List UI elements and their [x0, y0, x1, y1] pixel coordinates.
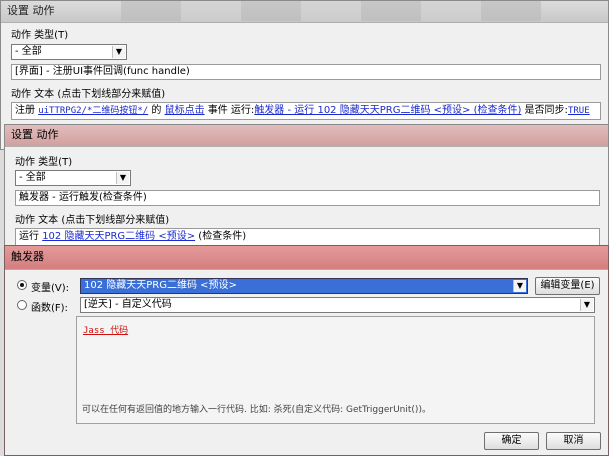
action-type-value: - 全部	[19, 172, 46, 183]
text-static: 事件 运行:	[204, 105, 255, 116]
ok-button[interactable]: 确定	[484, 432, 539, 450]
dialog-title: 设置 动作	[7, 4, 55, 17]
text-static: 的	[148, 105, 165, 116]
action-type-label: 动作 类型(T)	[11, 30, 69, 41]
action-text-label: 动作 文本 (点击下划线部分来赋值)	[11, 89, 166, 100]
dialog-titlebar: 触发器	[5, 246, 608, 270]
action-type-select[interactable]: - 全部 ▼	[15, 170, 131, 186]
dialog-title: 设置 动作	[11, 128, 59, 141]
jass-code-link[interactable]: Jass 代码	[83, 323, 128, 336]
cancel-button[interactable]: 取消	[546, 432, 601, 450]
action-selected-text: [界面] - 注册UI事件回调(func handle)	[15, 66, 190, 77]
dialog-titlebar: 设置 动作	[5, 125, 608, 147]
variable-label: 变量(V):	[31, 283, 70, 294]
chevron-down-icon[interactable]: ▼	[112, 46, 125, 58]
text-static: 是否同步:	[521, 105, 568, 116]
param-link-button-var[interactable]: uiTTRPG2/*二维码按钮*/	[38, 106, 148, 116]
function-select[interactable]: [逆天] - 自定义代码 ▼	[80, 297, 595, 313]
action-text-field: 注册 uiTTRPG2/*二维码按钮*/ 的 鼠标点击 事件 运行:触发器 - …	[11, 102, 601, 120]
hint-text: 可以在任何有返回值的地方输入一行代码. 比如: 杀死(自定义代码: GetTri…	[82, 405, 431, 415]
edit-variable-button[interactable]: 编辑变量(E)	[535, 277, 600, 295]
param-link-trigger[interactable]: 触发器 - 运行 102 隐藏天天PRG二维码 <预设> (检查条件)	[254, 105, 521, 116]
titlebar-decoration	[121, 1, 541, 21]
action-list-selected[interactable]: [界面] - 注册UI事件回调(func handle)	[11, 64, 601, 80]
action-type-label: 动作 类型(T)	[15, 157, 73, 168]
chevron-down-icon[interactable]: ▼	[116, 172, 129, 184]
action-type-select[interactable]: - 全部 ▼	[11, 44, 127, 60]
param-link-event[interactable]: 鼠标点击	[165, 105, 205, 116]
function-radio[interactable]	[17, 300, 27, 310]
text-static: (检查条件)	[195, 231, 247, 242]
dialog-title: 触发器	[11, 250, 44, 263]
text-static: 注册	[15, 105, 39, 116]
action-selected-text: 触发器 - 运行触发(检查条件)	[19, 192, 147, 203]
text-static: 运行	[19, 231, 43, 242]
function-label: 函数(F):	[31, 303, 68, 314]
action-text-field: 运行 102 隐藏天天PRG二维码 <预设> (检查条件)	[15, 228, 600, 246]
param-link-trigger[interactable]: 102 隐藏天天PRG二维码 <预设>	[42, 231, 195, 242]
dialog-titlebar: 设置 动作	[1, 1, 608, 23]
action-type-value: - 全部	[15, 46, 42, 57]
action-text-label: 动作 文本 (点击下划线部分来赋值)	[15, 215, 170, 226]
variable-radio[interactable]	[17, 280, 27, 290]
chevron-down-icon[interactable]: ▼	[580, 299, 593, 311]
param-link-sync[interactable]: TRUE	[568, 106, 590, 116]
function-value: [逆天] - 自定义代码	[84, 299, 172, 310]
chevron-down-icon[interactable]: ▼	[513, 280, 526, 292]
variable-select[interactable]: 102 隐藏天天PRG二维码 <预设> ▼	[80, 278, 528, 294]
action-list-selected[interactable]: 触发器 - 运行触发(检查条件)	[15, 190, 600, 206]
variable-value: 102 隐藏天天PRG二维码 <预设>	[84, 280, 237, 291]
